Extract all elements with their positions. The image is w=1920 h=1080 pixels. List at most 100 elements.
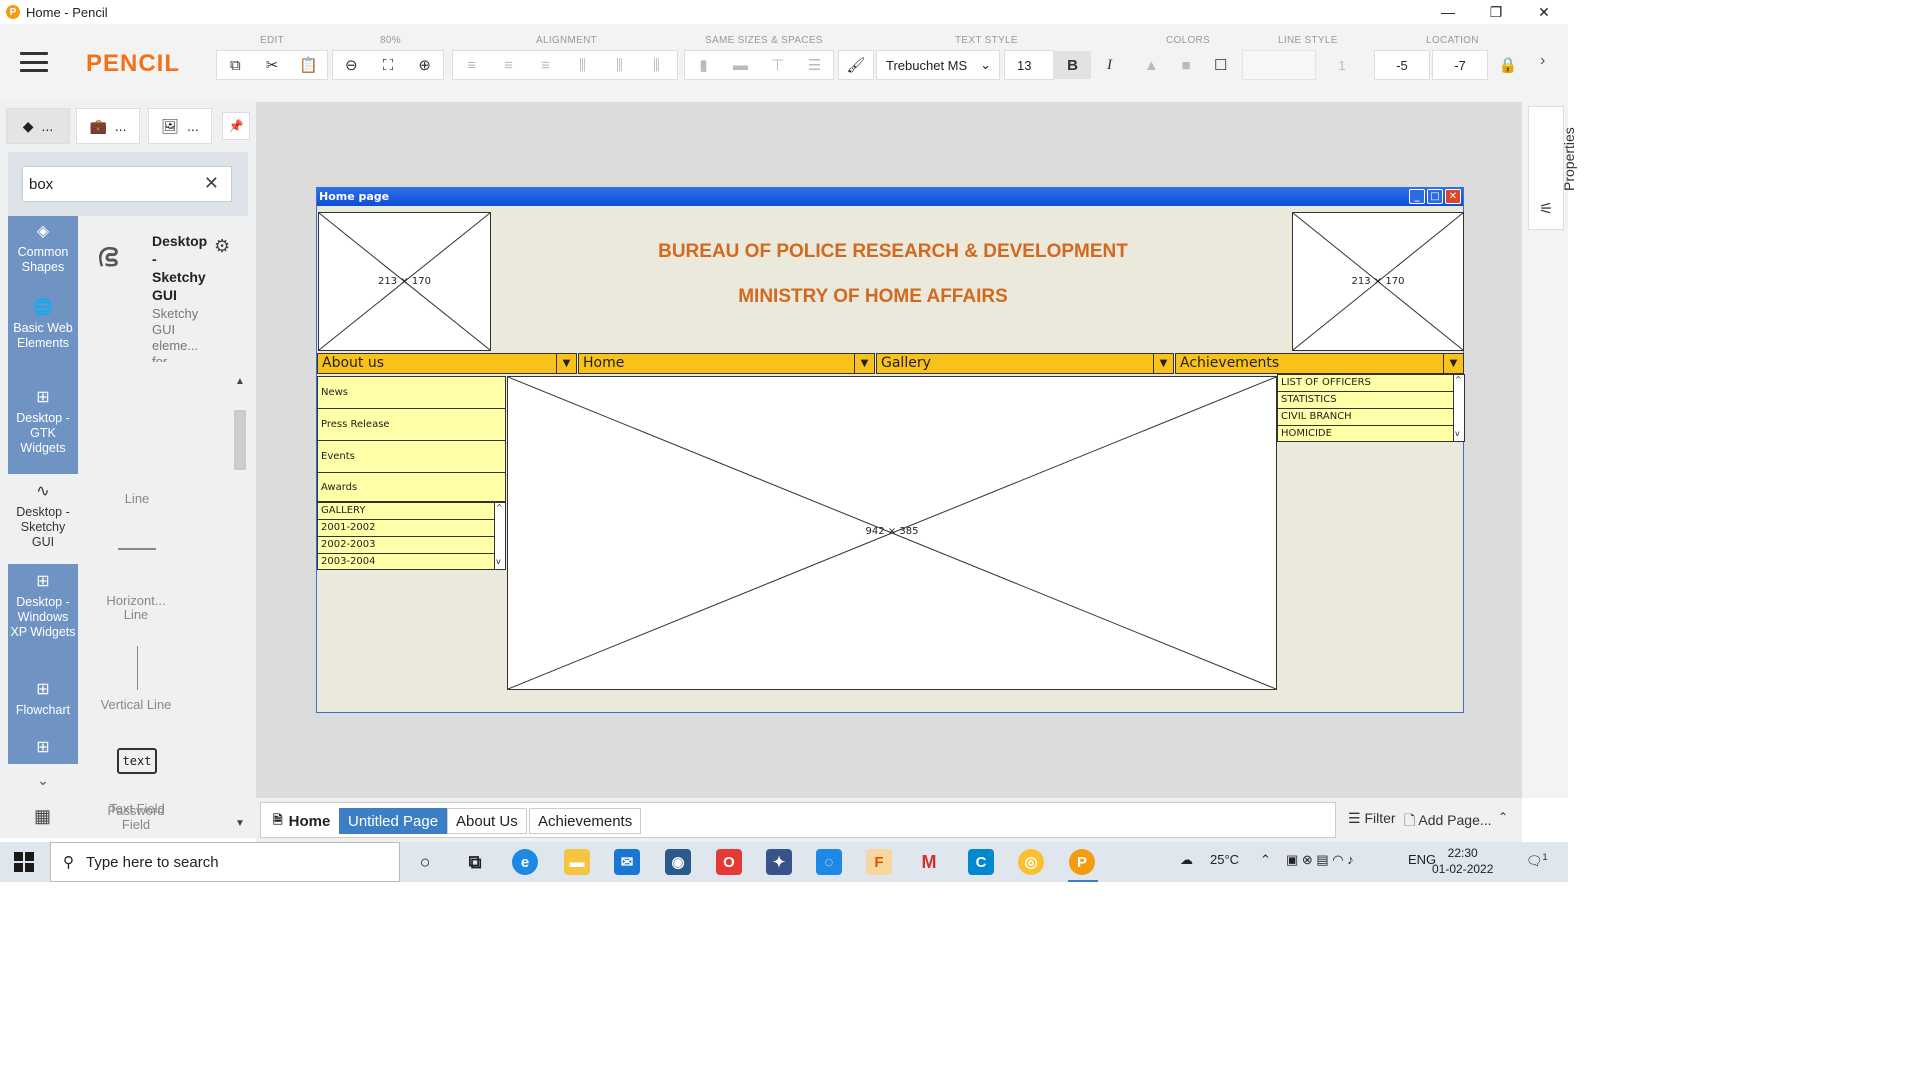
dropdown-arrow-icon[interactable]: ▼ xyxy=(1443,354,1463,373)
dropdown-arrow-icon[interactable]: ▼ xyxy=(854,354,874,373)
tab-untitled-page[interactable]: Untitled Page xyxy=(339,808,448,834)
filter-button[interactable]: ☰ Filter xyxy=(1348,810,1396,827)
location-y-input[interactable]: -7 xyxy=(1432,50,1488,80)
gmail-icon[interactable]: M xyxy=(916,849,942,875)
tab-images[interactable]: 🖼... xyxy=(148,108,212,144)
chevron-down-icon[interactable]: ⌄ xyxy=(8,772,78,789)
tab-achievements[interactable]: Achievements xyxy=(529,808,642,834)
wf-maximize-icon[interactable]: □ xyxy=(1427,189,1443,204)
task-view-icon[interactable]: ⧉ xyxy=(462,849,488,875)
zoom-in-icon[interactable]: ⊕ xyxy=(406,51,443,79)
shape-password-field[interactable]: Password Field xyxy=(96,804,176,832)
location-x-input[interactable]: -5 xyxy=(1374,50,1430,80)
font-family-select[interactable]: Trebuchet MS ⌄ xyxy=(876,50,1000,80)
close-icon[interactable]: ✕ xyxy=(1520,0,1568,24)
same-height-icon[interactable]: ▬ xyxy=(722,51,759,79)
wireframe-window[interactable]: Home page _ □ ✕ 213 × 170 213 × 170 BURE… xyxy=(316,187,1465,713)
tab-home[interactable]: 🗎 Home xyxy=(265,808,339,834)
align-center-icon[interactable]: ≡ xyxy=(490,51,527,79)
minimize-icon[interactable]: — xyxy=(1424,0,1472,24)
space-horizontal-icon[interactable]: ⊤ xyxy=(759,51,796,79)
chevron-right-icon[interactable]: › xyxy=(1540,52,1545,70)
wf-close-icon[interactable]: ✕ xyxy=(1445,189,1461,204)
listbox-scrollbar[interactable]: ^ v xyxy=(1453,375,1464,441)
category-windows-xp[interactable]: ⊞ Desktop - Windows XP Widgets xyxy=(8,574,78,640)
properties-tab[interactable]: Properties ⚟ xyxy=(1528,106,1577,230)
nav-home[interactable]: Home ▼ xyxy=(578,353,875,374)
app-icon-2[interactable]: ✦ xyxy=(766,849,792,875)
align-right-icon[interactable]: ≡ xyxy=(527,51,564,79)
side-menu-events[interactable]: Events xyxy=(317,440,506,473)
clear-search-icon[interactable]: ✕ xyxy=(204,173,219,194)
zoom-out-icon[interactable]: ⊖ xyxy=(333,51,370,79)
logo-placeholder-right[interactable]: 213 × 170 xyxy=(1292,212,1464,351)
category-flowchart[interactable]: ⊞ Flowchart xyxy=(8,682,78,718)
nav-about-us[interactable]: About us ▼ xyxy=(317,353,577,374)
align-bottom-icon[interactable]: ⫼ xyxy=(638,51,675,79)
edge-icon[interactable]: e xyxy=(512,849,538,875)
cortana-icon[interactable]: ○ xyxy=(412,849,438,875)
list-item[interactable]: GALLERY xyxy=(318,503,496,520)
pencil-taskbar-icon[interactable]: P xyxy=(1069,849,1095,875)
gallery-listbox[interactable]: GALLERY 2001-2002 2002-2003 2003-2004 ^ v xyxy=(317,502,506,570)
scroll-down-icon[interactable]: ▼ xyxy=(235,818,245,829)
app-icon-4[interactable]: F xyxy=(866,849,892,875)
category-sketchy-gui[interactable]: ∿ Desktop - Sketchy GUI xyxy=(8,474,78,564)
fill-color-icon[interactable]: ■ xyxy=(1169,51,1204,79)
tab-collections[interactable]: 💼... xyxy=(76,108,140,144)
shape-vertical-line[interactable]: Vertical Line xyxy=(96,698,176,712)
listbox-scrollbar[interactable]: ^ v xyxy=(494,503,505,569)
list-item[interactable]: HOMICIDE xyxy=(1278,426,1455,443)
text-color-icon[interactable]: ▲ xyxy=(1134,51,1169,79)
chrome-icon[interactable]: ◎ xyxy=(1018,849,1044,875)
windows-start-icon[interactable] xyxy=(14,852,34,872)
paste-icon[interactable]: 📋 xyxy=(290,51,327,79)
border-color-icon[interactable]: ☐ xyxy=(1203,51,1238,79)
shape-list-scrollbar[interactable]: ▲ ▼ xyxy=(232,372,246,832)
org-title[interactable]: BUREAU OF POLICE RESEARCH & DEVELOPMENT xyxy=(493,241,1293,263)
list-item[interactable]: LIST OF OFFICERS xyxy=(1278,375,1455,392)
achievements-listbox[interactable]: LIST OF OFFICERS STATISTICS CIVIL BRANCH… xyxy=(1277,374,1465,442)
tray-icons[interactable]: ▣ ⊗ ▤ ◠ ♪ xyxy=(1286,852,1354,868)
add-page-button[interactable]: 🗋 Add Page... xyxy=(1404,810,1492,834)
line-style-select[interactable] xyxy=(1242,50,1316,80)
align-top-icon[interactable]: ⫼ xyxy=(564,51,601,79)
search-input[interactable]: box ✕ xyxy=(22,166,232,202)
align-middle-icon[interactable]: ⫼ xyxy=(601,51,638,79)
pin-icon[interactable]: 📌 xyxy=(222,112,250,140)
notification-icon[interactable]: 🗨1 xyxy=(1526,852,1548,869)
office-icon[interactable]: O xyxy=(716,849,742,875)
dropdown-arrow-icon[interactable]: ▼ xyxy=(1153,354,1173,373)
same-width-icon[interactable]: ▮ xyxy=(685,51,722,79)
chevron-up-icon[interactable]: ⌃ xyxy=(1498,810,1508,824)
hamburger-menu-icon[interactable] xyxy=(20,52,48,72)
apps-grid-icon[interactable]: ▦ xyxy=(34,806,51,827)
app-icon-1[interactable]: ◉ xyxy=(665,849,691,875)
tray-chevron-up-icon[interactable]: ⌃ xyxy=(1260,852,1271,868)
tab-shapes[interactable]: ◆... xyxy=(6,108,70,144)
side-menu-press-release[interactable]: Press Release xyxy=(317,408,506,441)
shape-horizontal-line[interactable]: Horizont... Line xyxy=(96,594,176,622)
logo-placeholder-left[interactable]: 213 × 170 xyxy=(318,212,491,351)
fit-screen-icon[interactable]: ⛶ xyxy=(370,51,407,79)
file-explorer-icon[interactable]: ▬ xyxy=(564,849,590,875)
line-width-input[interactable]: 1 xyxy=(1322,50,1362,80)
list-item[interactable]: 2003-2004 xyxy=(318,554,496,571)
app-icon-3[interactable]: ◌ xyxy=(816,849,842,875)
side-menu-awards[interactable]: Awards xyxy=(317,472,506,502)
side-menu-news[interactable]: News xyxy=(317,376,506,409)
taskbar-clock[interactable]: 22:30 01-02-2022 xyxy=(1432,845,1493,877)
main-image-placeholder[interactable]: 942 × 385 xyxy=(507,376,1277,690)
ministry-title[interactable]: MINISTRY OF HOME AFFAIRS xyxy=(493,286,1253,308)
list-item[interactable]: CIVIL BRANCH xyxy=(1278,409,1455,426)
category-more[interactable]: ⊞ xyxy=(8,740,78,761)
app-icon-5[interactable]: C xyxy=(968,849,994,875)
lock-button[interactable]: 🔒 xyxy=(1490,50,1526,80)
mail-icon[interactable]: ✉ xyxy=(614,849,640,875)
copy-icon[interactable]: ⧉ xyxy=(217,51,254,79)
nav-achievements[interactable]: Achievements ▼ xyxy=(1175,353,1464,374)
align-left-icon[interactable]: ≡ xyxy=(453,51,490,79)
tab-about-us[interactable]: About Us xyxy=(447,808,527,834)
cut-icon[interactable]: ✂ xyxy=(254,51,291,79)
shape-line[interactable]: Line xyxy=(82,492,192,506)
